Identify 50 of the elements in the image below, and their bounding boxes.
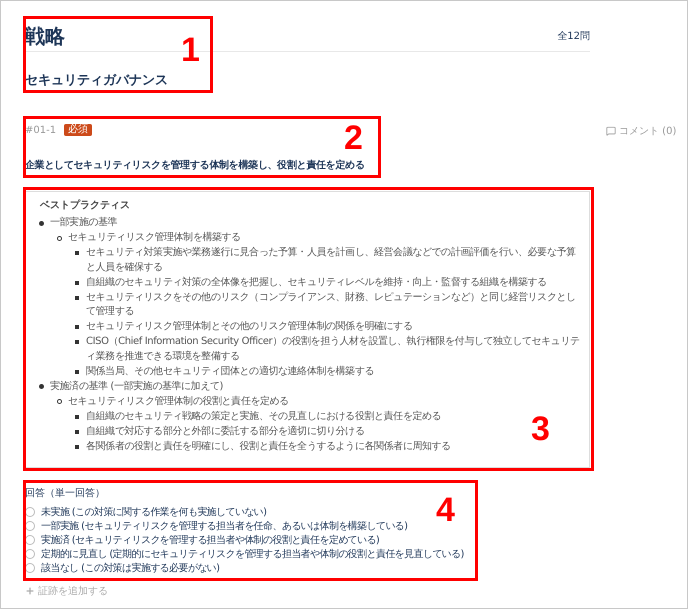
radio-button[interactable] (25, 521, 35, 531)
bullet-icon (38, 220, 44, 226)
practice-item: セキュリティリスクをその他のリスク（コンプライアンス、財務、レピュテーションなど）と同じ経営リスクとして管理する (86, 290, 577, 319)
section-title: セキュリティガバナンス (25, 72, 169, 90)
radio-button[interactable] (25, 507, 35, 517)
option-label[interactable]: 一部実施 (セキュリティリスクを管理する担当者を任命、あるいは体制を構築している) (41, 519, 408, 533)
bullet-icon (75, 444, 79, 449)
bullet-icon (75, 430, 79, 434)
bullet-icon (75, 414, 79, 419)
question-title: 企業としてセキュリティリスクを管理する体制を構築し、役割と責任を定める (25, 158, 366, 173)
bullet-icon (75, 340, 79, 344)
practice-item: 自組織のセキュリティ対策の全体像を把握し、セキュリティレベルを維持・向上・監督する組織を構築する (86, 276, 547, 290)
required-badge: 必須 (64, 124, 92, 136)
bullet-icon (75, 280, 79, 285)
radio-button[interactable] (25, 549, 35, 559)
option-label[interactable]: 実施済 (セキュリティリスクを管理する担当者や体制の役割と責任を定めている) (41, 533, 380, 547)
practice-item: CISO（Chief Information Security Officer）の役割を担う人材を設置し、執行権限を付与して独立してセキュリティ業務を推進できる環境を整備する (86, 335, 580, 364)
practice-item: 実施済の基準 (一部実施の基準に加えて) (50, 380, 223, 394)
callout-number: 1 (181, 33, 200, 67)
option-label[interactable]: 定期的に見直し (定期的にセキュリティリスクを管理する担当者や体制の役割と責任を見直している) (41, 547, 464, 561)
callout-number: 4 (436, 493, 455, 527)
bullet-icon (75, 325, 79, 330)
practice-item: セキュリティリスク管理体制とその他のリスク管理体制の関係を明確にする (86, 320, 412, 334)
bullet-icon (75, 251, 79, 256)
radio-button[interactable] (25, 535, 35, 545)
practice-item: セキュリティ対策実施や業務遂行に見合った予算・人員を計画し、経営会議などでの計画評価を行い、必要な予算と人員を確保する (86, 246, 577, 274)
practice-item: 関係当局、その他セキュリティ団体との適切な連絡体制を構築する (86, 364, 374, 378)
practice-item: 自組織のセキュリティ戦略の策定と実施、その見直しにおける役割と責任を定める (86, 410, 442, 424)
practice-item: 一部実施の基準 (50, 216, 118, 230)
callout-number: 2 (344, 121, 363, 155)
practice-item: 各関係者の役割と責任を明確にし、役割と責任を全うするように各関係者に周知する (86, 440, 451, 454)
answer-label: 回答（単一回答） (25, 487, 106, 501)
callout-number: 3 (531, 412, 550, 446)
page-title: 戦略 (25, 23, 65, 49)
option-label[interactable]: 該当なし (この対策は実施する必要がない) (41, 561, 220, 575)
practice-item: 自組織で対応する部分と外部に委託する部分を適切に切り分ける (86, 424, 364, 438)
bullet-icon (75, 296, 79, 300)
question-id: #01-1 (25, 124, 56, 136)
plus-icon (25, 586, 35, 596)
question-count: 全12問 (557, 30, 590, 43)
panel-heading: ベストプラクティス (39, 199, 131, 213)
bullet-icon (38, 384, 44, 390)
radio-button[interactable] (25, 563, 35, 573)
comment-icon (606, 126, 616, 136)
bullet-icon (56, 236, 62, 241)
practice-item: セキュリティリスク管理体制を構築する (68, 231, 241, 245)
bullet-icon (56, 399, 62, 404)
bullet-icon (75, 370, 79, 374)
option-label[interactable]: 未実施 (この対策に関する作業を何も実施していない) (41, 505, 266, 519)
practice-item: セキュリティリスク管理体制の役割と責任を定める (68, 394, 289, 408)
